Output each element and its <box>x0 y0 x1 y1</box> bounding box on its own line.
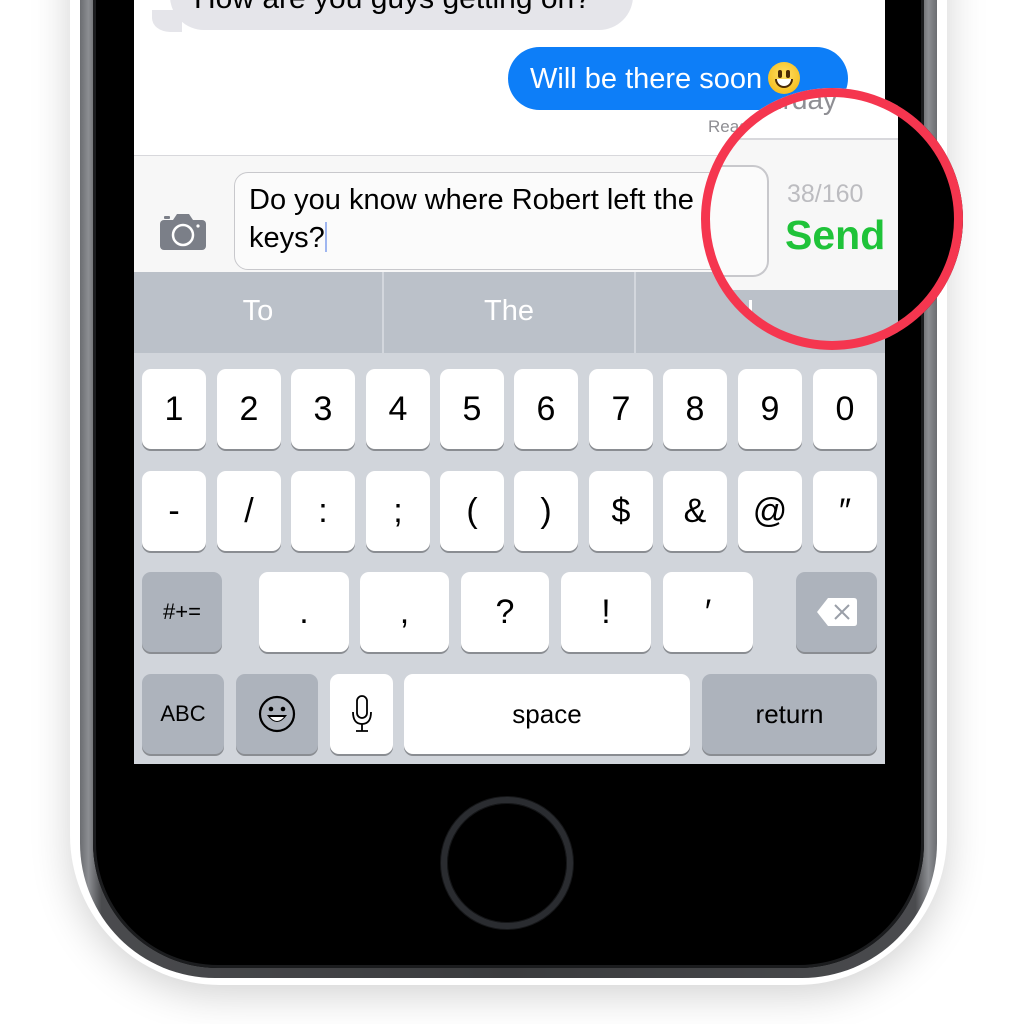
key-period[interactable]: . <box>259 572 349 652</box>
key-comma[interactable]: , <box>360 572 449 652</box>
suggestion-2[interactable]: The <box>384 272 634 353</box>
key-2[interactable]: 2 <box>217 369 281 449</box>
magnified-suggestion-3 <box>749 300 752 326</box>
key-colon[interactable]: : <box>291 471 355 551</box>
key-1[interactable]: 1 <box>142 369 206 449</box>
backspace-icon <box>816 598 857 626</box>
key-semicolon[interactable]: ; <box>366 471 430 551</box>
key-quote[interactable]: ″ <box>813 471 877 551</box>
microphone-icon <box>351 695 372 732</box>
key-8[interactable]: 8 <box>663 369 727 449</box>
send-button[interactable]: Send <box>785 212 885 259</box>
suggestion-1[interactable]: To <box>134 272 382 353</box>
key-apostrophe[interactable]: ′ <box>663 572 753 652</box>
key-exclamation[interactable]: ! <box>561 572 651 652</box>
return-label: return <box>755 698 824 729</box>
key-7[interactable]: 7 <box>589 369 653 449</box>
key-open-paren[interactable]: ( <box>440 471 504 551</box>
key-dollar[interactable]: $ <box>589 471 653 551</box>
key-question[interactable]: ? <box>461 572 549 652</box>
space-key[interactable]: space <box>404 674 690 754</box>
magnified-bezel <box>898 88 963 350</box>
message-text-field[interactable]: Do you know where Robert left the keys? <box>234 172 768 270</box>
space-label: space <box>512 698 582 729</box>
magnified-region: urday 38/160 Send <box>701 88 963 350</box>
incoming-message-bubble: How are you guys getting on? <box>170 0 633 30</box>
magnified-text-field <box>701 165 769 277</box>
incoming-message-text: How are you guys getting on? <box>194 0 591 15</box>
key-5[interactable]: 5 <box>440 369 504 449</box>
return-key[interactable]: return <box>702 674 877 754</box>
abc-label: ABC <box>160 701 206 726</box>
delete-key[interactable] <box>796 572 877 652</box>
symbols-toggle-key[interactable]: #+= <box>142 572 222 652</box>
key-6[interactable]: 6 <box>514 369 578 449</box>
emoji-key[interactable] <box>236 674 318 754</box>
camera-icon <box>160 214 206 250</box>
key-at[interactable]: @ <box>738 471 802 551</box>
key-slash[interactable]: / <box>217 471 281 551</box>
key-4[interactable]: 4 <box>366 369 430 449</box>
magnified-predictive-bar <box>701 290 898 350</box>
dictation-key[interactable] <box>330 674 393 754</box>
key-9[interactable]: 9 <box>738 369 802 449</box>
key-3[interactable]: 3 <box>291 369 355 449</box>
home-button[interactable] <box>441 797 573 929</box>
magnified-read-receipt: urday <box>767 88 838 115</box>
symbols-toggle-label: #+= <box>163 599 201 624</box>
key-close-paren[interactable]: ) <box>514 471 578 551</box>
key-ampersand[interactable]: & <box>663 471 727 551</box>
text-caret <box>324 222 327 252</box>
camera-button[interactable] <box>160 214 206 250</box>
abc-key[interactable]: ABC <box>142 674 224 754</box>
key-hyphen[interactable]: - <box>142 471 206 551</box>
key-0[interactable]: 0 <box>813 369 877 449</box>
emoji-icon <box>258 695 296 733</box>
character-count: 38/160 <box>787 180 864 208</box>
